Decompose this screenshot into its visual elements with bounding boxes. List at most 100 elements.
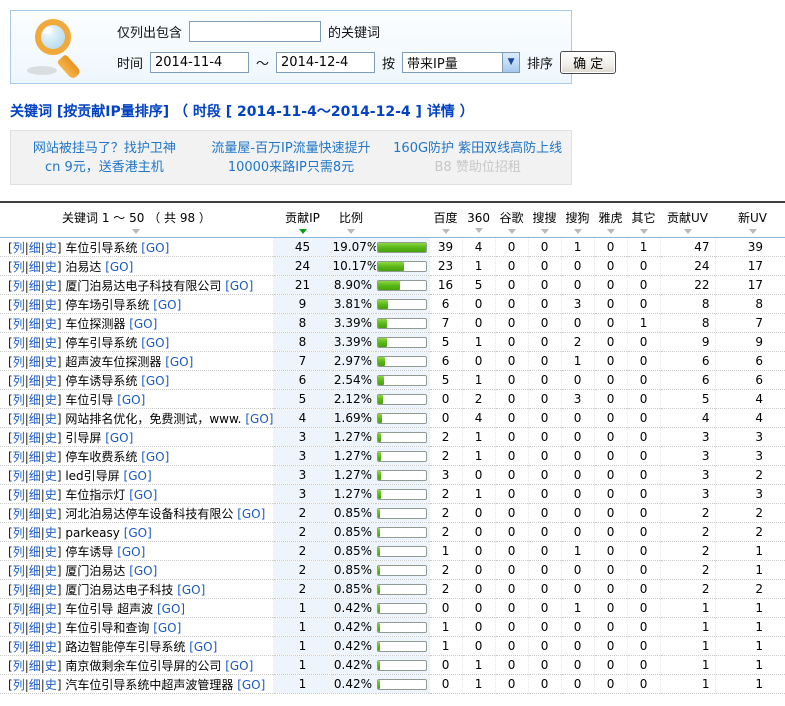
list-link[interactable]: 列: [13, 336, 25, 350]
list-link[interactable]: 列: [13, 488, 25, 502]
detail-link[interactable]: 细: [29, 450, 41, 464]
detail-link[interactable]: 细: [29, 678, 41, 692]
list-link[interactable]: 列: [13, 621, 25, 635]
column-header-newuv[interactable]: 新UV: [715, 202, 785, 238]
history-link[interactable]: 史: [45, 545, 57, 559]
list-link[interactable]: 列: [13, 450, 25, 464]
list-link[interactable]: 列: [13, 678, 25, 692]
history-link[interactable]: 史: [45, 279, 57, 293]
go-link[interactable]: [GO]: [105, 260, 133, 274]
detail-link[interactable]: 细: [29, 545, 41, 559]
list-link[interactable]: 列: [13, 507, 25, 521]
go-link[interactable]: [GO]: [225, 279, 253, 293]
go-link[interactable]: [GO]: [225, 659, 253, 673]
list-link[interactable]: 列: [13, 260, 25, 274]
go-link[interactable]: [GO]: [153, 298, 181, 312]
column-header-uv[interactable]: 贡献UV: [660, 202, 715, 238]
column-header-baidu[interactable]: 百度: [429, 202, 462, 238]
list-link[interactable]: 列: [13, 659, 25, 673]
detail-link[interactable]: 细: [29, 317, 41, 331]
list-link[interactable]: 列: [13, 602, 25, 616]
go-link[interactable]: [GO]: [141, 336, 169, 350]
list-link[interactable]: 列: [13, 412, 25, 426]
go-link[interactable]: [GO]: [237, 678, 265, 692]
list-link[interactable]: 列: [13, 526, 25, 540]
history-link[interactable]: 史: [45, 602, 57, 616]
detail-link[interactable]: 详情: [427, 104, 455, 120]
list-link[interactable]: 列: [13, 279, 25, 293]
confirm-button[interactable]: 确 定: [560, 51, 616, 74]
list-link[interactable]: 列: [13, 393, 25, 407]
detail-link[interactable]: 细: [29, 640, 41, 654]
go-link[interactable]: [GO]: [141, 374, 169, 388]
list-link[interactable]: 列: [13, 583, 25, 597]
list-link[interactable]: 列: [13, 431, 25, 445]
history-link[interactable]: 史: [45, 659, 57, 673]
column-header-soso[interactable]: 搜搜: [528, 202, 561, 238]
detail-link[interactable]: 细: [29, 659, 41, 673]
history-link[interactable]: 史: [45, 469, 57, 483]
history-link[interactable]: 史: [45, 488, 57, 502]
history-link[interactable]: 史: [45, 355, 57, 369]
ad-link-1-line1[interactable]: 网站被挂马了？找护卫神: [11, 139, 198, 158]
ad-link-1-line2[interactable]: cn 9元，送香港主机: [11, 158, 198, 177]
go-link[interactable]: [GO]: [165, 355, 193, 369]
list-link[interactable]: 列: [13, 241, 25, 255]
go-link[interactable]: [GO]: [105, 431, 133, 445]
list-link[interactable]: 列: [13, 355, 25, 369]
detail-link[interactable]: 细: [29, 431, 41, 445]
list-link[interactable]: 列: [13, 298, 25, 312]
history-link[interactable]: 史: [45, 450, 57, 464]
go-link[interactable]: [GO]: [124, 526, 152, 540]
ad-link-3-line1[interactable]: 160G防护 紫田双线高防上线: [384, 139, 571, 158]
history-link[interactable]: 史: [45, 260, 57, 274]
detail-link[interactable]: 细: [29, 412, 41, 426]
history-link[interactable]: 史: [45, 526, 57, 540]
detail-link[interactable]: 细: [29, 488, 41, 502]
history-link[interactable]: 史: [45, 640, 57, 654]
history-link[interactable]: 史: [45, 678, 57, 692]
date-from-input[interactable]: [150, 52, 249, 73]
go-link[interactable]: [GO]: [129, 488, 157, 502]
go-link[interactable]: [GO]: [124, 469, 152, 483]
go-link[interactable]: [GO]: [117, 393, 145, 407]
column-header-ip[interactable]: 贡献IP: [273, 202, 332, 238]
column-header-other[interactable]: 其它: [627, 202, 660, 238]
history-link[interactable]: 史: [45, 317, 57, 331]
column-header-sogou[interactable]: 搜狗: [561, 202, 594, 238]
column-header-google[interactable]: 谷歌: [495, 202, 528, 238]
history-link[interactable]: 史: [45, 583, 57, 597]
detail-link[interactable]: 细: [29, 298, 41, 312]
go-link[interactable]: [GO]: [245, 412, 273, 426]
detail-link[interactable]: 细: [29, 241, 41, 255]
sort-metric-select[interactable]: 带来IP量 ▼: [402, 52, 520, 73]
go-link[interactable]: [GO]: [129, 564, 157, 578]
go-link[interactable]: [GO]: [237, 507, 265, 521]
history-link[interactable]: 史: [45, 507, 57, 521]
detail-link[interactable]: 细: [29, 260, 41, 274]
history-link[interactable]: 史: [45, 621, 57, 635]
column-header-360[interactable]: 360: [462, 202, 495, 238]
detail-link[interactable]: 细: [29, 393, 41, 407]
ad-link-2-line2[interactable]: 10000来路IP只需8元: [198, 158, 385, 177]
go-link[interactable]: [GO]: [129, 317, 157, 331]
list-link[interactable]: 列: [13, 640, 25, 654]
list-link[interactable]: 列: [13, 564, 25, 578]
column-header-yahoo[interactable]: 雅虎: [594, 202, 627, 238]
detail-link[interactable]: 细: [29, 583, 41, 597]
detail-link[interactable]: 细: [29, 469, 41, 483]
history-link[interactable]: 史: [45, 564, 57, 578]
go-link[interactable]: [GO]: [141, 241, 169, 255]
list-link[interactable]: 列: [13, 545, 25, 559]
go-link[interactable]: [GO]: [177, 583, 205, 597]
go-link[interactable]: [GO]: [189, 640, 217, 654]
list-link[interactable]: 列: [13, 374, 25, 388]
detail-link[interactable]: 细: [29, 374, 41, 388]
list-link[interactable]: 列: [13, 317, 25, 331]
date-to-input[interactable]: [276, 52, 375, 73]
history-link[interactable]: 史: [45, 431, 57, 445]
history-link[interactable]: 史: [45, 412, 57, 426]
keyword-filter-input[interactable]: [189, 21, 321, 42]
detail-link[interactable]: 细: [29, 507, 41, 521]
detail-link[interactable]: 细: [29, 336, 41, 350]
